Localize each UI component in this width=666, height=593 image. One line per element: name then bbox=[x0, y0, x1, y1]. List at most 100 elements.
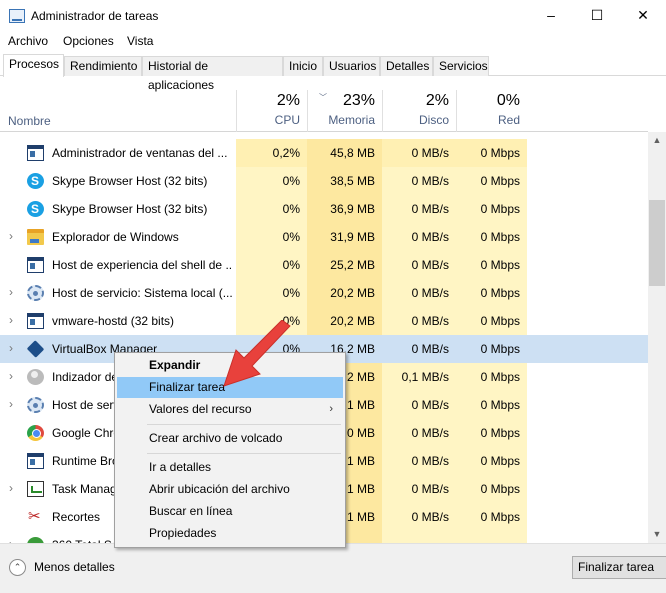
close-button[interactable]: ✕ bbox=[620, 0, 666, 30]
menu-item-buscar-en-linea[interactable]: Buscar en línea bbox=[117, 501, 343, 522]
cpu-cell: 0% bbox=[236, 279, 307, 307]
scissors-icon bbox=[27, 507, 44, 525]
menu-item-valores-del-recurso[interactable]: Valores del recurso › bbox=[117, 399, 343, 420]
column-nombre[interactable]: Nombre bbox=[8, 114, 51, 128]
sort-descending-icon: ﹀ bbox=[319, 93, 327, 102]
process-name: Host de experiencia del shell de ... bbox=[52, 258, 232, 272]
expand-chevron-icon[interactable]: › bbox=[9, 391, 13, 418]
tab-procesos[interactable]: Procesos bbox=[3, 54, 64, 77]
expand-chevron-icon[interactable]: › bbox=[9, 223, 13, 250]
menu-separator bbox=[147, 453, 341, 454]
table-row[interactable]: › Explorador de Windows 0% 31,9 MB 0 MB/s 0 M… bbox=[0, 223, 648, 251]
vertical-scrollbar[interactable]: ▲ ▼ bbox=[648, 132, 666, 543]
disk-cell: 0 MB/s bbox=[382, 279, 456, 307]
disk-cell: 0 MB/s bbox=[382, 223, 456, 251]
network-cell: 0 Mbps bbox=[456, 503, 527, 531]
network-cell: 0 Mbps bbox=[456, 391, 527, 419]
menu-item-crear-volcado[interactable]: Crear archivo de volcado bbox=[117, 428, 343, 449]
process-name: Skype Browser Host (32 bits) bbox=[52, 174, 208, 188]
table-row[interactable]: › Host de servicio: Sistema local (... 0% 2… bbox=[0, 279, 648, 307]
expand-chevron-icon[interactable]: › bbox=[9, 279, 13, 306]
disk-cell: 0 MB/s bbox=[382, 195, 456, 223]
memory-cell: 31,9 MB bbox=[307, 223, 382, 251]
menu-separator bbox=[147, 424, 341, 425]
cpu-cell: 0% bbox=[236, 195, 307, 223]
memory-cell: 45,8 MB bbox=[307, 139, 382, 167]
cpu-cell: 0% bbox=[236, 251, 307, 279]
menu-item-abrir-ubicacion[interactable]: Abrir ubicación del archivo bbox=[117, 479, 343, 500]
network-cell: 0 Mbps bbox=[456, 419, 527, 447]
window-icon bbox=[27, 257, 44, 273]
disk-cell: 0 MB/s bbox=[382, 419, 456, 447]
task-manager-app-icon bbox=[9, 9, 25, 23]
memory-cell: 36,9 MB bbox=[307, 195, 382, 223]
disk-cell: 0 MB/s bbox=[382, 391, 456, 419]
table-row[interactable]: › vmware-hostd (32 bits) 0% 20,2 MB 0 MB/s 0 … bbox=[0, 307, 648, 335]
virtualbox-icon bbox=[26, 340, 45, 358]
expand-chevron-icon[interactable]: › bbox=[9, 475, 13, 502]
menu-bar: Archivo Opciones Vista bbox=[0, 31, 666, 51]
menu-vista[interactable]: Vista bbox=[127, 34, 153, 48]
network-cell: 0 Mbps bbox=[456, 475, 527, 503]
user-icon bbox=[27, 369, 44, 385]
gear-icon bbox=[27, 397, 44, 413]
network-cell: 0 Mbps bbox=[456, 307, 527, 335]
column-red[interactable]: 0% Red bbox=[456, 90, 527, 132]
process-name: Explorador de Windows bbox=[52, 230, 179, 244]
expand-chevron-icon[interactable]: › bbox=[9, 335, 13, 362]
disk-cell: 0 MB/s bbox=[382, 307, 456, 335]
network-cell: 0 Mbps bbox=[456, 251, 527, 279]
cpu-cell: 0% bbox=[236, 223, 307, 251]
scroll-down-icon[interactable]: ▼ bbox=[648, 526, 666, 543]
tab-usuarios[interactable]: Usuarios bbox=[323, 56, 380, 76]
tab-historial[interactable]: Historial de aplicaciones bbox=[142, 56, 283, 92]
process-name: Administrador de ventanas del ... bbox=[52, 146, 228, 160]
skype-icon bbox=[27, 173, 44, 189]
scroll-up-icon[interactable]: ▲ bbox=[648, 132, 666, 149]
maximize-button[interactable]: ☐ bbox=[574, 0, 620, 30]
menu-item-label: Valores del recurso bbox=[149, 402, 252, 416]
table-row[interactable]: Skype Browser Host (32 bits) 0%36,9 MB0 M… bbox=[0, 195, 648, 223]
red-pointer-arrow-icon bbox=[223, 320, 291, 387]
memory-cell: 38,5 MB bbox=[307, 167, 382, 195]
tab-detalles[interactable]: Detalles bbox=[380, 56, 433, 76]
disk-cell: 0 MB/s bbox=[382, 251, 456, 279]
expand-chevron-icon[interactable]: › bbox=[9, 307, 13, 334]
end-task-button[interactable]: Finalizar tarea bbox=[572, 556, 666, 579]
tab-inicio[interactable]: Inicio bbox=[283, 56, 323, 76]
network-cell: 0 Mbps bbox=[456, 167, 527, 195]
memory-cell: 20,2 MB bbox=[307, 279, 382, 307]
tab-servicios[interactable]: Servicios bbox=[433, 56, 489, 76]
menu-item-ir-a-detalles[interactable]: Ir a detalles bbox=[117, 457, 343, 478]
minimize-button[interactable]: – bbox=[528, 0, 574, 30]
menu-item-propiedades[interactable]: Propiedades bbox=[117, 523, 343, 544]
folder-icon bbox=[27, 229, 44, 245]
process-name: vmware-hostd (32 bits) bbox=[52, 314, 175, 328]
collapse-icon[interactable]: ⌃ bbox=[9, 559, 26, 576]
table-row[interactable]: Administrador de ventanas del ... 0,2% 45,… bbox=[0, 139, 648, 167]
process-name: Skype Browser Host (32 bits) bbox=[52, 202, 208, 216]
scroll-thumb[interactable] bbox=[649, 200, 665, 286]
network-cell: 0 Mbps bbox=[456, 279, 527, 307]
chrome-icon bbox=[27, 425, 44, 441]
tab-rendimiento[interactable]: Rendimiento bbox=[64, 56, 142, 76]
window-icon bbox=[27, 145, 44, 161]
column-cpu[interactable]: 2% CPU bbox=[236, 90, 307, 132]
menu-opciones[interactable]: Opciones bbox=[63, 34, 114, 48]
network-cell: 0 Mbps bbox=[456, 447, 527, 475]
expand-chevron-icon[interactable]: › bbox=[9, 363, 13, 390]
submenu-arrow-icon: › bbox=[329, 403, 333, 415]
menu-archivo[interactable]: Archivo bbox=[8, 34, 48, 48]
column-header: Nombre 2% CPU 23% Memoria ﹀ 2% Disco 0% … bbox=[0, 90, 648, 132]
window-title: Administrador de tareas bbox=[31, 9, 159, 23]
network-cell: 0 Mbps bbox=[456, 363, 527, 391]
less-details-link[interactable]: Menos detalles bbox=[34, 560, 115, 574]
column-disco[interactable]: 2% Disco bbox=[382, 90, 456, 132]
window-icon bbox=[27, 453, 44, 469]
table-row[interactable]: Skype Browser Host (32 bits)0%38,5 MB0 M… bbox=[0, 167, 648, 195]
table-row[interactable]: Host de experiencia del shell de ... 0% 25… bbox=[0, 251, 648, 279]
window-icon bbox=[27, 313, 44, 329]
title-bar: Administrador de tareas – ☐ ✕ bbox=[0, 0, 666, 32]
gear-icon bbox=[27, 285, 44, 301]
network-cell: 0 Mbps bbox=[456, 139, 527, 167]
